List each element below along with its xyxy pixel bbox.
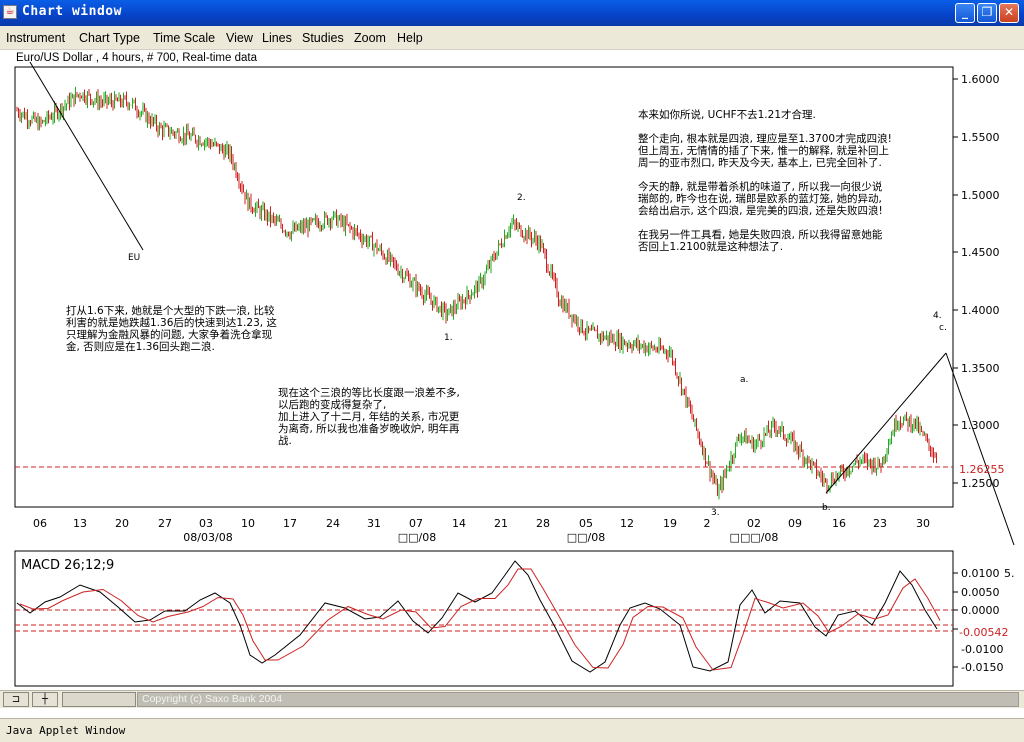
note-line: 否回上1.2100就是这种想法了. [638,241,784,253]
pin-tool-button[interactable]: ⊐ [3,692,29,707]
note-wave-four: 本来如你所说, UCHF不去1.21才合理. 整个走向, 根本就是四浪, 理应是… [638,109,892,253]
macd-tick-label: -0.0100 [961,643,1003,656]
note-line: 以后跑的变成得复杂了, [278,399,387,411]
price-tick-label: 1.3500 [961,362,1000,375]
wave-label-eu: EU [128,253,140,263]
time-tick-label: 03 [199,517,213,530]
macd-label: MACD 26;12;9 [21,558,114,573]
wave-label-2: 2. [517,193,526,203]
note-line: 周一的亚市烈口, 昨天及今天, 基本上, 已完全回补了. [638,157,882,169]
time-tick-label: 06 [33,517,47,530]
wave-label-4: 4. [933,311,942,321]
wave-label-b: b. [822,503,831,513]
time-tick-label: 05 [579,517,593,530]
macd-chart[interactable]: MACD 26;12;9 0.0100 0.0050 0.0000 -0.010… [0,545,1024,690]
time-tick-label: 13 [73,517,87,530]
time-tick-label: 2 [704,517,711,530]
macd-tick-label: 0.0100 [961,567,1000,580]
macd-tick-label: -0.0150 [961,661,1003,674]
note-line [638,169,892,181]
time-tick-label: 17 [283,517,297,530]
time-tick-label: 16 [832,517,846,530]
time-tick-label: 24 [326,517,340,530]
month-label: □□/08 [398,531,437,544]
note-line [638,121,892,133]
wave-label-1: 1. [444,333,453,343]
note-line: 打从1.6下来, 她就是个大型的下跌一浪, 比较 [66,305,275,317]
time-tick-label: 10 [241,517,255,530]
applet-status: Java Applet Window [6,724,126,737]
time-tick-label: 07 [409,517,423,530]
note-line: 为离奇, 所以我也准备岁晚收炉, 明年再 [278,423,460,435]
time-tick-label: 28 [536,517,550,530]
time-tick-label: 31 [367,517,381,530]
wave-label-3: 3. [711,508,720,518]
price-axis: 1.6000 1.5500 1.5000 1.4500 1.4000 1.350… [953,73,1005,490]
current-price-label: 1.26255 [959,463,1005,476]
note-line: 整个走向, 根本就是四浪, 理应是至1.3700才完成四浪! [638,133,892,145]
wave-label-c: c. [939,323,947,333]
note-line [638,217,892,229]
copyright-notice: Copyright (c) Saxo Bank 2004 [137,692,1019,707]
trend-line-wave-5[interactable] [945,352,1020,545]
chart-window: ☕ Chart window _ ❐ ✕ Instrument Chart Ty… [0,0,1024,742]
note-line: 但上周五, 无情情的插了下来, 惟一的解释, 就是补回上 [638,145,890,157]
price-tick-label: 1.2500 [961,477,1000,490]
price-chart[interactable]: 1.6000 1.5500 1.5000 1.4500 1.4000 1.350… [0,0,1024,545]
time-tick-label: 19 [663,517,677,530]
time-tick-label: 12 [620,517,634,530]
note-line: 会给出启示, 这个四浪, 是完美的四浪, 还是失败四浪! [638,205,883,217]
note-line: 利害的就是她跌越1.36后的快速到达1.23, 这 [66,317,277,329]
note-line: 金, 否则应是在1.36回头跑二浪. [66,341,215,353]
chart-toolbar: ⊐ ┼ Copyright (c) Saxo Bank 2004 [0,690,1024,708]
note-line: 本来如你所说, UCHF不去1.21才合理. [638,109,816,121]
time-tick-label: 23 [873,517,887,530]
price-tick-label: 1.4000 [961,304,1000,317]
price-tick-label: 1.3000 [961,419,1000,432]
time-tick-label: 21 [494,517,508,530]
time-tick-label: 02 [747,517,761,530]
price-tick-label: 1.5000 [961,189,1000,202]
crosshair-tool-button[interactable]: ┼ [32,692,58,707]
price-tick-label: 1.4500 [961,246,1000,259]
price-tick-label: 1.6000 [961,73,1000,86]
note-line: 在我另一件工具看, 她是失败四浪, 所以我得留意她能 [638,229,883,241]
time-tick-label: 30 [916,517,930,530]
time-tick-label: 14 [452,517,466,530]
time-tick-label: 20 [115,517,129,530]
macd-plot-area [14,550,954,687]
time-tick-label: 27 [158,517,172,530]
note-line: 今天的静, 就是带着杀机的味道了, 所以我一向很少说 [638,181,883,193]
note-wave-one: 打从1.6下来, 她就是个大型的下跌一浪, 比较 利害的就是她跌越1.36后的快… [66,305,277,353]
wave-label-a: a. [740,375,748,385]
wave-label-5-macd: 5. [1004,567,1015,580]
month-label: □□□/08 [730,531,779,544]
month-label: 08/03/08 [183,531,232,544]
note-line: 瑞郎的, 昨今也在说, 瑞郎是欧系的蓝灯笼, 她的异动, [638,193,882,205]
note-line: 只理解为金融风暴的问题, 大家争着洗仓拿现 [66,329,273,341]
macd-current-label: -0.00542 [959,626,1008,639]
time-tick-label: 09 [788,517,802,530]
month-label: □□/08 [567,531,606,544]
macd-axis: 0.0100 0.0050 0.0000 -0.0100 -0.0150 -0.… [953,567,1015,674]
status-bar: Java Applet Window [0,718,1024,742]
note-wave-three: 现在这个三浪的等比长度跟一浪差不多, 以后跑的变成得复杂了, 加上进入了十二月,… [278,387,460,447]
macd-tick-label: 0.0050 [961,586,1000,599]
macd-tick-label: 0.0000 [961,604,1000,617]
note-line: 战. [278,435,292,447]
price-tick-label: 1.5500 [961,131,1000,144]
toolbar-slot [62,692,136,707]
time-axis: 06 13 20 27 03 10 17 24 31 07 14 21 28 0… [33,517,930,544]
note-line: 现在这个三浪的等比长度跟一浪差不多, [278,387,460,399]
note-line: 加上进入了十二月, 年结的关系, 市况更 [278,411,460,423]
